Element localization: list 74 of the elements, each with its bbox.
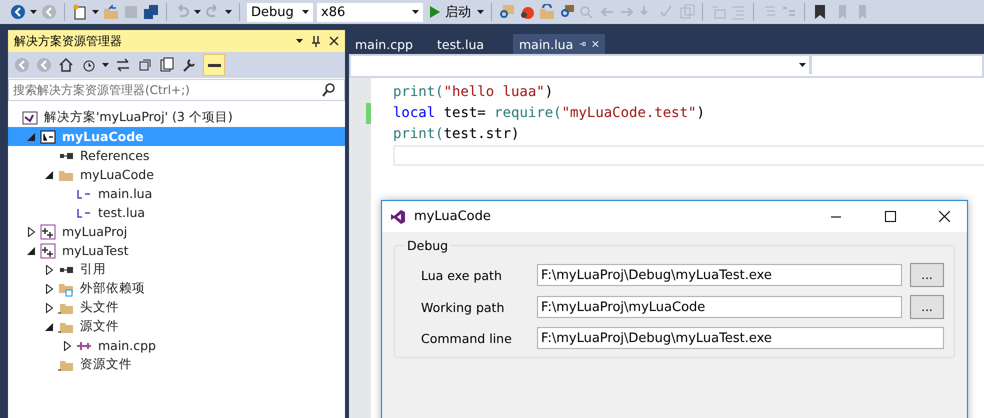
field-label: Working path (421, 300, 506, 314)
caret-icon (296, 39, 303, 43)
back-icon[interactable] (10, 4, 26, 20)
caret-icon (477, 10, 484, 14)
editor-tab[interactable]: main.lua (513, 34, 605, 54)
open-folder-icon[interactable] (103, 4, 119, 20)
path-field[interactable]: F:\myLuaProj\Debug\myLuaTest.exe (537, 327, 944, 349)
tree-item[interactable]: test.lua (8, 203, 345, 222)
tree-item[interactable]: myLuaTest (8, 241, 345, 260)
find-in-files-icon[interactable] (499, 4, 515, 20)
tree-item[interactable]: 资源文件 (8, 355, 345, 374)
search-field[interactable]: 搜索解决方案资源管理器(Ctrl+;) (8, 79, 345, 101)
editor-tab[interactable]: test.lua (431, 34, 511, 54)
browse-button[interactable]: ... (910, 263, 944, 287)
bookmark-icon[interactable] (812, 4, 828, 20)
wrench-icon[interactable] (181, 57, 197, 73)
sync-icon[interactable] (115, 57, 131, 73)
collapse-triangle-icon[interactable] (27, 246, 35, 254)
caret-icon (102, 63, 109, 67)
editor-tab[interactable]: main.cpp (349, 34, 429, 54)
show-all-files-icon[interactable] (159, 57, 175, 73)
field-label: Command line (421, 330, 513, 346)
caret-icon (194, 10, 201, 14)
tree-item[interactable]: main.lua (8, 184, 345, 203)
pin-icon[interactable] (311, 35, 321, 47)
code-line: print("hello luaa") (393, 83, 554, 102)
tree-item[interactable]: myLuaProj (8, 222, 345, 241)
browse-button[interactable]: ... (910, 295, 944, 319)
platform-dropdown[interactable]: x86 (317, 2, 423, 22)
expand-triangle-icon[interactable] (64, 340, 70, 350)
caret-icon (30, 10, 37, 14)
dialog-title: myLuaCode (414, 209, 492, 224)
preview-toggle-icon[interactable] (203, 54, 225, 76)
path-field[interactable]: F:\myLuaProj\Debug\myLuaTest.exe (537, 264, 902, 286)
configuration-dropdown[interactable]: Debug (247, 2, 313, 22)
code-line: print(test.str) (393, 125, 520, 144)
collapse-triangle-icon[interactable] (45, 322, 53, 330)
collapse-triangle-icon[interactable] (27, 132, 35, 140)
folder-sync-icon[interactable] (539, 4, 555, 20)
field-label: Lua exe path (421, 268, 503, 282)
group-title: Debug (406, 238, 450, 253)
start-button[interactable]: 启动 (427, 3, 473, 21)
play-icon (429, 5, 441, 19)
tree-item[interactable]: 源文件 (8, 317, 345, 336)
caret-icon (412, 10, 419, 14)
caret-icon (799, 63, 806, 67)
collapse-all-icon[interactable] (137, 57, 153, 73)
tree-item[interactable]: 外部依赖项 (8, 279, 345, 298)
tree-item[interactable]: References (8, 146, 345, 165)
panel-title: 解决方案资源管理器 (14, 32, 122, 50)
solution-icon (22, 110, 38, 126)
close-icon (938, 211, 950, 222)
caret-icon (225, 10, 232, 14)
lua-project-icon (40, 128, 56, 144)
app-logo-icon (390, 208, 406, 224)
new-project-icon[interactable] (72, 4, 88, 20)
close-icon[interactable] (329, 36, 339, 46)
home-icon[interactable] (58, 57, 74, 73)
code-line: local test= require("myLuaCode.test") (393, 104, 706, 123)
collapse-triangle-icon[interactable] (45, 170, 53, 178)
expand-triangle-icon[interactable] (28, 226, 34, 236)
path-field[interactable]: F:\myLuaProj\myLuaCode (537, 296, 902, 318)
tree-item[interactable]: myLuaCode (8, 165, 345, 184)
caret-icon (92, 10, 99, 14)
tree-item[interactable]: main.cpp (8, 336, 345, 355)
tree-item[interactable]: 解决方案'myLuaProj' (3 个项目) (8, 108, 345, 127)
tree-item[interactable]: 引用 (8, 260, 345, 279)
cpp-project-icon (40, 224, 56, 240)
caret-icon (302, 10, 309, 14)
cpp-project-icon (40, 242, 56, 258)
tree-item[interactable]: 头文件 (8, 298, 345, 317)
maximize-icon (884, 211, 896, 222)
pin-icon[interactable] (579, 39, 586, 49)
minimize-icon (831, 216, 841, 218)
